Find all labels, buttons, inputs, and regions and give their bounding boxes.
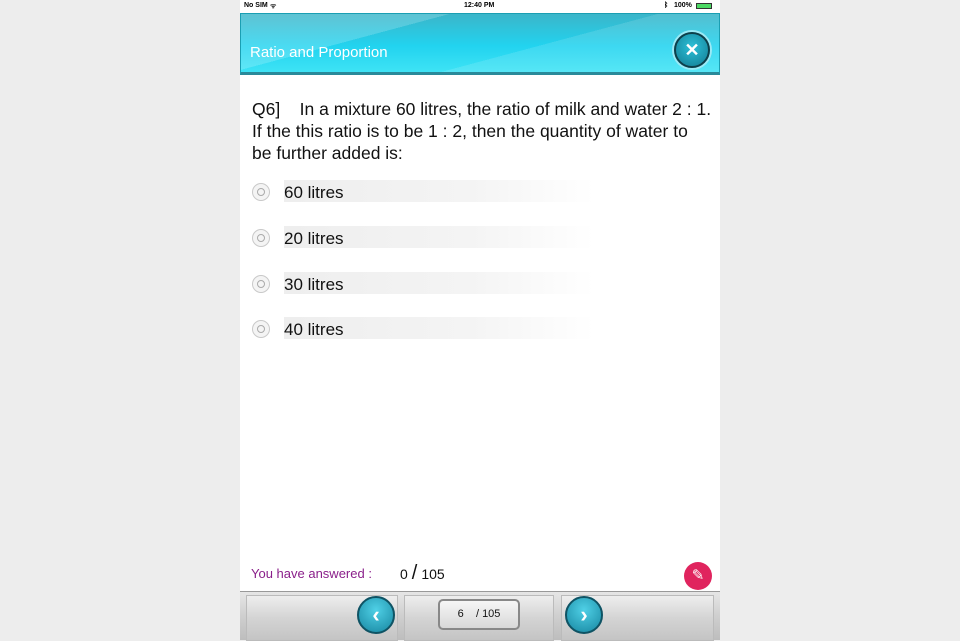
- status-bar: No SIM ᯤ 12:40 PM ᛒ 100%: [240, 0, 720, 13]
- battery-icon: [696, 3, 712, 9]
- app-window: No SIM ᯤ 12:40 PM ᛒ 100% Ratio and Propo…: [240, 0, 720, 641]
- header-bar: Ratio and Proportion ✕: [240, 13, 720, 75]
- page-title: Ratio and Proportion: [250, 44, 388, 61]
- option-label: 40 litres: [284, 317, 594, 339]
- option-4[interactable]: 40 litres: [252, 317, 602, 341]
- answered-value: 0: [400, 566, 408, 582]
- close-icon: ✕: [684, 40, 700, 60]
- option-2[interactable]: 20 litres: [252, 226, 602, 250]
- pencil-button[interactable]: ✎: [684, 562, 712, 590]
- option-label: 20 litres: [284, 226, 594, 248]
- bluetooth-icon: ᛒ: [664, 2, 669, 9]
- wifi-icon: ᯤ: [270, 3, 277, 10]
- pencil-icon: ✎: [691, 567, 705, 584]
- option-3[interactable]: 30 litres: [252, 272, 602, 296]
- option-label: 60 litres: [284, 180, 594, 202]
- battery-percent: 100%: [674, 2, 692, 9]
- radio-button[interactable]: [252, 320, 270, 338]
- previous-button[interactable]: ‹: [357, 596, 395, 634]
- answered-label: You have answered :: [251, 566, 372, 581]
- radio-button[interactable]: [252, 183, 270, 201]
- radio-button[interactable]: [252, 275, 270, 293]
- question-text: Q6] In a mixture 60 litres, the ratio of…: [252, 99, 716, 163]
- current-page: 6: [457, 608, 464, 620]
- radio-button[interactable]: [252, 229, 270, 247]
- carrier: No SIM: [244, 2, 268, 9]
- chevron-right-icon: ›: [580, 602, 588, 627]
- option-1[interactable]: 60 litres: [252, 180, 602, 204]
- separator: /: [475, 608, 479, 620]
- close-button[interactable]: ✕: [674, 32, 710, 68]
- separator: /: [411, 562, 418, 584]
- chevron-left-icon: ‹: [372, 602, 380, 627]
- footer-nav: ‹ 6 / 105 ›: [240, 591, 720, 641]
- page-indicator[interactable]: 6 / 105: [438, 599, 520, 630]
- next-button[interactable]: ›: [565, 596, 603, 634]
- answered-count: 0/105: [400, 562, 445, 585]
- clock: 12:40 PM: [464, 2, 495, 9]
- total-value: 105: [421, 566, 445, 582]
- total-pages: 105: [482, 608, 501, 620]
- option-label: 30 litres: [284, 272, 594, 294]
